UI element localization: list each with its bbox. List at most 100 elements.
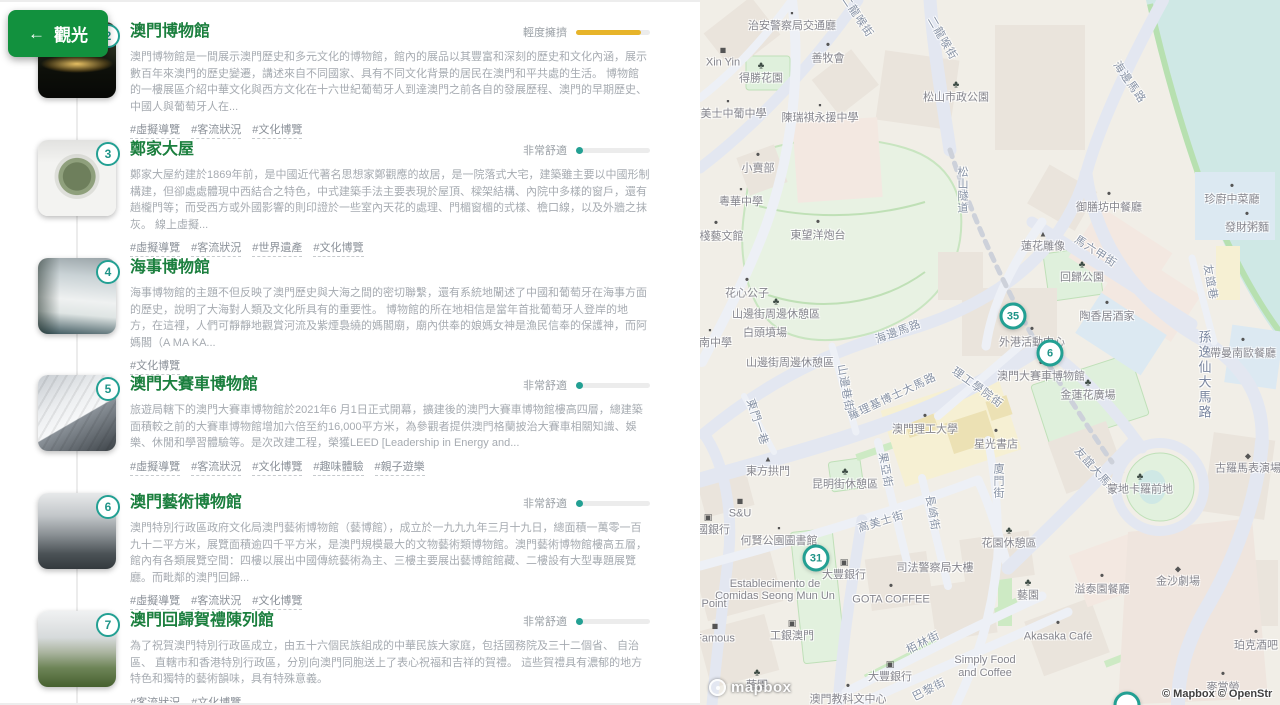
tag[interactable]: #虛擬導覽	[130, 239, 180, 257]
tag[interactable]: #客流狀況	[191, 592, 241, 610]
tag[interactable]: #虛擬導覽	[130, 458, 180, 476]
poi-label: 中國銀行	[700, 512, 730, 536]
poi-label: 溢泰園餐廳	[1075, 571, 1130, 596]
tree-icon	[1085, 379, 1092, 389]
poi-label: 高美士中葡中學	[700, 96, 767, 120]
poi-dot-icon	[1241, 335, 1245, 347]
poi-dot-icon	[994, 426, 998, 438]
poi-label: Famous	[700, 622, 735, 645]
tree-icon	[842, 468, 849, 478]
back-sightseeing-button[interactable]: ← 觀光	[8, 10, 108, 57]
shop-icon	[720, 46, 727, 56]
list-item[interactable]: 4 海事博物館 海事博物館的主題不但反映了澳門歷史與大海之間的密切聯繫，還有系統…	[0, 258, 700, 376]
tag[interactable]: #親子遊樂	[375, 458, 425, 476]
poi-dot-icon	[846, 681, 850, 693]
poi-label: 珍廚中菜廳	[1205, 181, 1260, 206]
item-content: 澳門回歸賀禮陳列館 非常舒適 為了祝賀澳門特別行政區成立，由五十六個民族組成的中…	[130, 611, 650, 705]
attraction-title[interactable]: 澳門大賽車博物館	[130, 375, 258, 395]
item-content: 澳門大賽車博物館 非常舒適 旅遊局轄下的澳門大賽車博物館於2021年6 月1日正…	[130, 375, 650, 476]
crowd-level-bar	[576, 619, 650, 624]
poi-label: 大豐銀行	[868, 659, 912, 683]
street-label: 廈門街	[990, 463, 1006, 499]
map-marker[interactable]: 35	[1000, 303, 1027, 330]
theater-icon	[1245, 452, 1251, 462]
item-number-badge: 3	[96, 142, 120, 166]
attraction-description: 為了祝賀澳門特別行政區成立，由五十六個民族組成的中華民族大家庭，包括國務院及三十…	[130, 638, 650, 688]
poi-dot-icon	[889, 581, 893, 593]
map-marker[interactable]: 31	[803, 545, 830, 572]
poi-label: 發財粥麵	[1225, 209, 1269, 234]
tree-icon	[1025, 579, 1032, 589]
list-item[interactable]: 5 澳門大賽車博物館 非常舒適 旅遊局轄下的澳門大賽車博物館於2021年6 月1…	[0, 375, 700, 493]
poi-label: 回歸公園	[1060, 261, 1104, 284]
poi-label: 澳門教科文中心	[810, 681, 887, 705]
poi-label: 粵華中學	[719, 184, 763, 208]
poi-label: 何賢公園圖書館	[741, 523, 818, 547]
attraction-title[interactable]: 海事博物館	[130, 258, 210, 278]
tag-list: #虛擬導覽 #客流狀況 #文化博覽	[130, 121, 650, 139]
tag[interactable]: #虛擬導覽	[130, 121, 180, 139]
tag[interactable]: #文化博覽	[313, 239, 363, 257]
map-panel[interactable]: 二龍喉街 二龍喉街 海邊馬路 海邊馬路 松山隧道 理工學院街 羅理基博士大馬路 …	[700, 0, 1280, 705]
tag[interactable]: #文化博覽	[252, 458, 302, 476]
poi-label: 星光書店	[974, 426, 1018, 451]
tree-icon	[953, 81, 960, 91]
poi-label: 山邊街周邊休憩區	[746, 357, 834, 369]
poi-label: 昆明街休憩區	[812, 468, 878, 491]
poi-label: Establecimento de	[730, 578, 821, 590]
tree-icon	[773, 298, 780, 308]
back-button-label: 觀光	[54, 21, 88, 46]
tag[interactable]: #客流狀況	[191, 239, 241, 257]
tag[interactable]: #趣味體驗	[313, 458, 363, 476]
poi-label: t Point	[700, 598, 727, 610]
poi-label: 東方拱門	[746, 455, 790, 478]
attraction-title[interactable]: 澳門藝術博物館	[130, 493, 242, 513]
map-marker[interactable]: 6	[1037, 340, 1064, 367]
tag[interactable]: #虛擬導覽	[130, 592, 180, 610]
poi-dot-icon	[1100, 571, 1104, 583]
mapbox-logo[interactable]: mapbox	[709, 679, 792, 696]
shop-icon	[737, 497, 744, 507]
poi-label: 金蓮花廣場	[1061, 379, 1116, 402]
item-content: 海事博物館 海事博物館的主題不但反映了澳門歷史與大海之間的密切聯繫，還有系統地闡…	[130, 258, 650, 375]
map-attribution[interactable]: © Mapbox © OpenStr	[1162, 688, 1272, 700]
list-item[interactable]: 7 澳門回歸賀禮陳列館 非常舒適 為了祝賀澳門特別行政區成立，由五十六個民族組成…	[0, 611, 700, 705]
shop-icon	[712, 622, 719, 632]
poi-label: Akasaka Café	[1024, 618, 1092, 643]
poi-label: 蒙地卡羅前地	[1107, 473, 1173, 496]
poi-label: 蓮花雕像	[1021, 230, 1065, 253]
attraction-title[interactable]: 鄭家大屋	[130, 140, 194, 160]
attraction-title[interactable]: 澳門回歸賀禮陳列館	[130, 611, 274, 631]
tag-list: #虛擬導覽 #客流狀況 #文化博覽	[130, 592, 650, 610]
poi-label: 陳瑞祺永援中學	[782, 100, 859, 124]
bank-icon	[788, 618, 797, 629]
attraction-title[interactable]: 澳門博物館	[130, 22, 210, 42]
bank-icon	[886, 659, 895, 670]
item-content: 澳門藝術博物館 非常舒適 澳門特別行政區政府文化局澳門藝術博物館（藝博館），成立…	[130, 493, 650, 610]
tag[interactable]: #文化博覽	[191, 694, 241, 705]
crowd-status-label: 非常舒適	[523, 377, 567, 393]
tree-icon	[1079, 261, 1086, 271]
poi-dot-icon	[826, 40, 830, 52]
poi-dot-icon	[923, 411, 927, 423]
tag[interactable]: #文化博覽	[252, 121, 302, 139]
tag[interactable]: #文化博覽	[252, 592, 302, 610]
tag[interactable]: #客流狀況	[191, 458, 241, 476]
poi-label: 珀克酒吧	[1234, 627, 1278, 652]
tag[interactable]: #客流狀況	[130, 694, 180, 705]
tag[interactable]: #客流狀況	[191, 121, 241, 139]
poi-dot-icon	[1254, 627, 1258, 639]
school-icon	[708, 325, 711, 336]
tree-icon	[754, 669, 761, 679]
list-item[interactable]: 3 鄭家大屋 非常舒適 鄭家大屋約建於1869年前，是中國近代著名思想家鄭觀應的…	[0, 140, 700, 258]
tag[interactable]: #文化博覽	[130, 357, 180, 375]
library-icon	[777, 523, 780, 534]
poi-label: 花心公子	[725, 275, 769, 300]
tag[interactable]: #世界遺產	[252, 239, 302, 257]
poi-label: 工銀澳門	[770, 618, 814, 642]
school-icon	[739, 184, 742, 195]
police-icon	[790, 8, 793, 19]
crowd-status: 非常舒適	[523, 377, 650, 393]
crowd-status-label: 非常舒適	[523, 142, 567, 158]
list-item[interactable]: 6 澳門藝術博物館 非常舒適 澳門特別行政區政府文化局澳門藝術博物館（藝博館），…	[0, 493, 700, 611]
